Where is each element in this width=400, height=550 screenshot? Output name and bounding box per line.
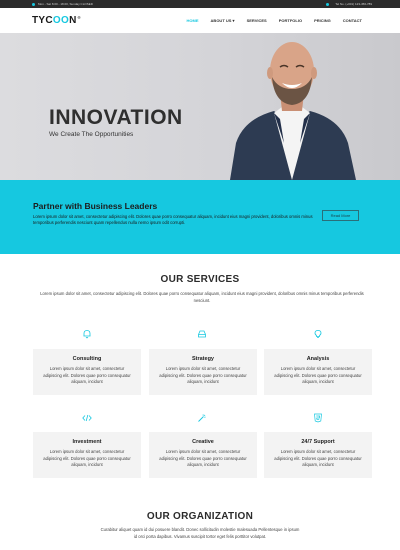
partner-text: Lorem ipsum dolor sit amet, consectetur … bbox=[33, 214, 313, 225]
services-title: OUR SERVICES bbox=[160, 274, 240, 285]
service-title: Analysis bbox=[306, 356, 330, 362]
nav-item-about-us[interactable]: ABOUT US ▾ bbox=[205, 18, 241, 23]
site-logo[interactable]: TYCOON® bbox=[32, 15, 81, 26]
bell-icon bbox=[81, 328, 93, 340]
service-title: Creative bbox=[192, 439, 214, 445]
organization-text: Curabitur aliquet quam id dui posuere bl… bbox=[100, 527, 300, 539]
service-text: Lorem ipsum dolor sit amet, consectetur … bbox=[159, 449, 247, 467]
service-title: Strategy bbox=[191, 356, 214, 362]
service-card-creative: Creative Lorem ipsum dolor sit amet, con… bbox=[149, 432, 257, 478]
nav-item-portfolio[interactable]: PORTFOLIO bbox=[273, 18, 308, 23]
code-icon bbox=[81, 412, 93, 424]
nav-item-home[interactable]: HOME bbox=[181, 18, 205, 23]
nav-item-contact[interactable]: CONTACT bbox=[337, 18, 368, 23]
phone-number[interactable]: Tel No. (+001) 123-456-789 bbox=[335, 0, 372, 8]
html5-icon bbox=[312, 412, 324, 424]
service-card-investment: Investment Lorem ipsum dolor sit amet, c… bbox=[33, 432, 141, 478]
hero-subtitle: We Create The Opportunities bbox=[49, 131, 134, 138]
service-text: Lorem ipsum dolor sit amet, consectetur … bbox=[274, 366, 362, 384]
nav-item-pricing[interactable]: PRICING bbox=[308, 18, 337, 23]
lightbulb-icon bbox=[312, 328, 324, 340]
hero-title: INNOVATION bbox=[49, 106, 183, 129]
service-title: 24/7 Support bbox=[301, 439, 335, 445]
hero-person-image bbox=[230, 42, 356, 180]
opening-hours: Mon - Sat 8.00 - 18.00, Sunday CLOSED bbox=[38, 2, 93, 6]
service-text: Lorem ipsum dolor sit amet, consectetur … bbox=[43, 449, 131, 467]
read-more-button[interactable]: Read More bbox=[322, 210, 359, 221]
service-text: Lorem ipsum dolor sit amet, consectetur … bbox=[274, 449, 362, 467]
hdd-icon bbox=[196, 328, 208, 340]
phone-icon bbox=[326, 2, 330, 6]
service-card-analysis: Analysis Lorem ipsum dolor sit amet, con… bbox=[264, 349, 372, 395]
service-title: Consulting bbox=[72, 356, 102, 362]
main-navbar: TYCOON® HOME ABOUT US ▾ SERVICES PORTFOL… bbox=[0, 8, 400, 33]
top-info-bar: Mon - Sat 8.00 - 18.00, Sunday CLOSED Te… bbox=[0, 0, 400, 8]
service-text: Lorem ipsum dolor sit amet, consectetur … bbox=[43, 366, 131, 384]
nav-item-services[interactable]: SERVICES bbox=[241, 18, 273, 23]
clock-icon bbox=[32, 2, 35, 6]
organization-title: OUR ORGANIZATION bbox=[146, 511, 254, 522]
service-card-support: 24/7 Support Lorem ipsum dolor sit amet,… bbox=[264, 432, 372, 478]
hero-banner: INNOVATION We Create The Opportunities bbox=[0, 33, 400, 180]
service-text: Lorem ipsum dolor sit amet, consectetur … bbox=[159, 366, 247, 384]
service-card-strategy: Strategy Lorem ipsum dolor sit amet, con… bbox=[149, 349, 257, 395]
partner-heading: Partner with Business Leaders bbox=[33, 201, 158, 211]
services-intro: Lorem ipsum dolor sit amet, consectetur … bbox=[40, 291, 364, 303]
service-title: Investment bbox=[72, 439, 102, 445]
service-card-consulting: Consulting Lorem ipsum dolor sit amet, c… bbox=[33, 349, 141, 395]
magic-wand-icon bbox=[196, 412, 208, 424]
nav-menu: HOME ABOUT US ▾ SERVICES PORTFOLIO PRICI… bbox=[181, 18, 368, 23]
partner-section: Partner with Business Leaders Lorem ipsu… bbox=[0, 180, 400, 254]
